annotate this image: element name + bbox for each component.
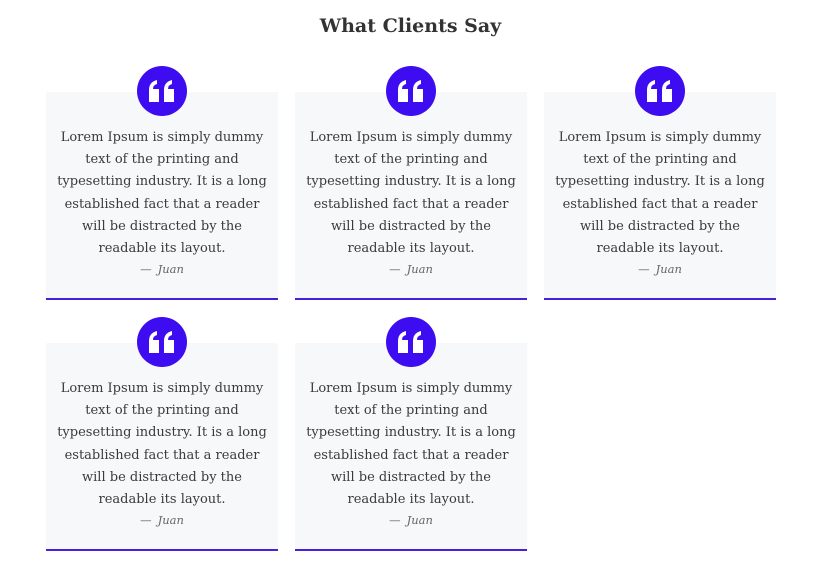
testimonial-author-line: — Juan (295, 512, 527, 528)
quote-icon (137, 66, 187, 116)
author-dash: — (140, 262, 152, 276)
author-dash: — (140, 513, 152, 527)
quote-icon (137, 317, 187, 367)
testimonial-text: Lorem Ipsum is simply dummy text of the … (57, 381, 267, 508)
testimonial-author: Juan (406, 513, 433, 527)
author-dash: — (389, 262, 401, 276)
quote-icon (386, 317, 436, 367)
testimonial-author-line: — Juan (295, 261, 527, 277)
testimonial-card: Lorem Ipsum is simply dummy text of the … (295, 66, 527, 300)
testimonial-author-line: — Juan (46, 261, 278, 277)
section-title: What Clients Say (319, 15, 502, 37)
testimonial-card: Lorem Ipsum is simply dummy text of the … (46, 66, 278, 300)
testimonial-card: Lorem Ipsum is simply dummy text of the … (544, 66, 776, 300)
testimonial-author: Juan (655, 262, 682, 276)
testimonial-author-line: — Juan (544, 261, 776, 277)
testimonial-author: Juan (157, 262, 184, 276)
author-dash: — (389, 513, 401, 527)
testimonial-text: Lorem Ipsum is simply dummy text of the … (306, 381, 516, 508)
testimonial-card: Lorem Ipsum is simply dummy text of the … (295, 317, 527, 551)
testimonial-text: Lorem Ipsum is simply dummy text of the … (306, 130, 516, 257)
testimonial-card: Lorem Ipsum is simply dummy text of the … (46, 317, 278, 551)
author-dash: — (638, 262, 650, 276)
quote-icon (386, 66, 436, 116)
testimonial-text: Lorem Ipsum is simply dummy text of the … (57, 130, 267, 257)
testimonial-author: Juan (157, 513, 184, 527)
testimonial-author: Juan (406, 262, 433, 276)
testimonial-author-line: — Juan (46, 512, 278, 528)
testimonial-text: Lorem Ipsum is simply dummy text of the … (555, 130, 765, 257)
quote-icon (635, 66, 685, 116)
